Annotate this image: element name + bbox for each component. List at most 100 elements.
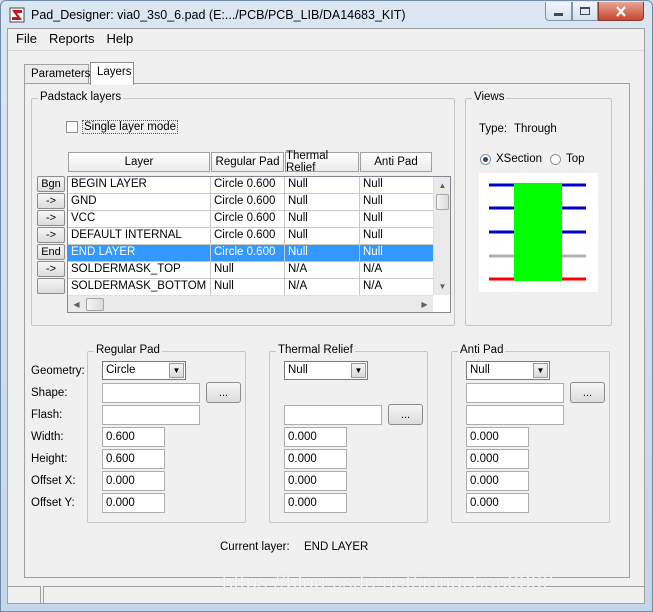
cell-thermal-relief: N/A bbox=[285, 262, 360, 278]
menu-help[interactable]: Help bbox=[100, 29, 139, 49]
table-vertical-scrollbar[interactable]: ▲ ▼ bbox=[433, 177, 450, 295]
xsection-radio[interactable] bbox=[480, 154, 491, 165]
tab-layers[interactable]: Layers bbox=[90, 62, 134, 85]
thermal-relief-height-field[interactable]: 0.000 bbox=[284, 449, 347, 469]
regular-pad-geometry-value: Circle bbox=[106, 364, 136, 376]
anti-pad-geometry-select[interactable]: Null ▼ bbox=[466, 361, 550, 380]
padstack-layers-label: Padstack layers bbox=[38, 91, 124, 103]
cell-regular-pad: Circle 0.600 bbox=[211, 177, 285, 193]
single-layer-mode-label[interactable]: Single layer mode bbox=[82, 120, 179, 134]
offset-x-label: Offset X: bbox=[31, 475, 76, 487]
table-row[interactable]: SOLDERMASK_TOP Null N/A N/A bbox=[68, 262, 433, 279]
minimize-button[interactable] bbox=[545, 2, 572, 21]
cell-regular-pad: Null bbox=[211, 262, 285, 278]
single-layer-mode-checkbox[interactable] bbox=[66, 121, 78, 133]
thermal-relief-shape-field[interactable] bbox=[284, 405, 382, 425]
title-bar[interactable]: Pad_Designer: via0_3s0_6.pad (E:.../PCB/… bbox=[1, 1, 652, 29]
cell-thermal-relief: Null bbox=[285, 245, 360, 261]
thermal-relief-offset-y-field[interactable]: 0.000 bbox=[284, 493, 347, 513]
anti-pad-offset-x-field[interactable]: 0.000 bbox=[466, 471, 529, 491]
regular-pad-width-field[interactable]: 0.600 bbox=[102, 427, 165, 447]
anti-pad-shape-field[interactable] bbox=[466, 383, 564, 403]
preview-drill-pad bbox=[514, 183, 562, 281]
regular-pad-offset-x-field[interactable]: 0.000 bbox=[102, 471, 165, 491]
table-row[interactable]: VCC Circle 0.600 Null Null bbox=[68, 211, 433, 228]
thermal-relief-offset-x-field[interactable]: 0.000 bbox=[284, 471, 347, 491]
close-icon bbox=[616, 5, 626, 17]
column-header-layer[interactable]: Layer bbox=[68, 152, 210, 172]
menu-bar: File Reports Help bbox=[8, 29, 644, 49]
chevron-down-icon[interactable]: ▼ bbox=[533, 363, 548, 378]
scroll-left-icon[interactable]: ◀ bbox=[68, 296, 85, 312]
thermal-relief-geometry-select[interactable]: Null ▼ bbox=[284, 361, 368, 380]
row-button-arrow[interactable]: -> bbox=[37, 261, 65, 277]
table-row[interactable]: DEFAULT INTERNAL Circle 0.600 Null Null bbox=[68, 228, 433, 245]
cell-regular-pad: Circle 0.600 bbox=[211, 211, 285, 227]
row-button-end[interactable]: End bbox=[37, 244, 65, 260]
table-row[interactable]: BEGIN LAYER Circle 0.600 Null Null bbox=[68, 177, 433, 194]
table-row[interactable]: GND Circle 0.600 Null Null bbox=[68, 194, 433, 211]
cell-layer: BEGIN LAYER bbox=[68, 177, 211, 193]
flash-label: Flash: bbox=[31, 409, 63, 421]
offset-y-label: Offset Y: bbox=[31, 497, 75, 509]
column-header-thermal-relief[interactable]: Thermal Relief bbox=[285, 150, 359, 174]
top-view-radio[interactable] bbox=[550, 154, 561, 165]
column-header-regular-pad[interactable]: Regular Pad bbox=[211, 152, 284, 172]
regular-pad-flash-field[interactable] bbox=[102, 405, 200, 425]
scroll-down-icon[interactable]: ▼ bbox=[434, 278, 450, 295]
cell-anti-pad: Null bbox=[363, 246, 383, 258]
chevron-down-icon[interactable]: ▼ bbox=[351, 363, 366, 378]
row-button-arrow[interactable]: -> bbox=[37, 210, 65, 226]
menu-divider bbox=[8, 50, 644, 51]
view-type-label: Type: bbox=[479, 123, 508, 135]
column-header-anti-pad[interactable]: Anti Pad bbox=[360, 152, 432, 172]
views-label: Views bbox=[472, 91, 507, 103]
width-label: Width: bbox=[31, 431, 64, 443]
maximize-button[interactable] bbox=[572, 2, 598, 21]
anti-pad-offset-y-field[interactable]: 0.000 bbox=[466, 493, 529, 513]
close-button[interactable] bbox=[598, 2, 644, 21]
xsection-preview bbox=[479, 173, 598, 292]
table-row[interactable]: SOLDERMASK_BOTTOM Null N/A N/A bbox=[68, 279, 433, 296]
row-button-arrow[interactable]: -> bbox=[37, 227, 65, 243]
regular-pad-shape-field[interactable] bbox=[102, 383, 200, 403]
regular-pad-height-field[interactable]: 0.600 bbox=[102, 449, 165, 469]
menu-file[interactable]: File bbox=[10, 29, 43, 49]
vertical-scroll-thumb[interactable] bbox=[436, 194, 449, 210]
anti-pad-width-field[interactable]: 0.000 bbox=[466, 427, 529, 447]
menu-reports[interactable]: Reports bbox=[43, 29, 101, 49]
anti-pad-shape-browse-button[interactable]: ... bbox=[570, 382, 605, 403]
cell-layer: END LAYER bbox=[68, 245, 211, 261]
cell-regular-pad: Circle 0.600 bbox=[211, 245, 285, 261]
anti-pad-label: Anti Pad bbox=[458, 344, 506, 356]
scroll-up-icon[interactable]: ▲ bbox=[434, 177, 450, 194]
cell-thermal-relief: N/A bbox=[285, 279, 360, 295]
xsection-label[interactable]: XSection bbox=[496, 153, 542, 165]
table-horizontal-scrollbar[interactable]: ◀ ▶ bbox=[68, 295, 433, 312]
top-view-label[interactable]: Top bbox=[566, 153, 585, 165]
regular-pad-offset-y-field[interactable]: 0.000 bbox=[102, 493, 165, 513]
thermal-relief-width-field[interactable]: 0.000 bbox=[284, 427, 347, 447]
tab-parameters[interactable]: Parameters bbox=[24, 64, 90, 84]
scroll-right-icon[interactable]: ▶ bbox=[416, 296, 433, 312]
cell-layer: VCC bbox=[68, 211, 211, 227]
row-button-blank[interactable] bbox=[37, 278, 65, 294]
horizontal-scroll-thumb[interactable] bbox=[86, 298, 104, 311]
layer-table-header: Layer Regular Pad Thermal Relief Anti Pa… bbox=[68, 150, 433, 174]
chevron-down-icon[interactable]: ▼ bbox=[169, 363, 184, 378]
thermal-relief-shape-browse-button[interactable]: ... bbox=[388, 404, 423, 425]
row-button-bgn[interactable]: Bgn bbox=[37, 176, 65, 192]
anti-pad-flash-field[interactable] bbox=[466, 405, 564, 425]
cell-layer: SOLDERMASK_TOP bbox=[68, 262, 211, 278]
geometry-label: Geometry: bbox=[31, 365, 85, 377]
regular-pad-geometry-select[interactable]: Circle ▼ bbox=[102, 361, 186, 380]
watermark-text: https://blog.csdn.net/jiangchao3392 bbox=[222, 572, 555, 594]
regular-pad-label: Regular Pad bbox=[94, 344, 162, 356]
table-row-selected[interactable]: END LAYER Circle 0.600 Null Null bbox=[68, 245, 433, 262]
status-segment-left bbox=[7, 586, 41, 604]
cell-thermal-relief: Null bbox=[285, 177, 360, 193]
cell-anti-pad: N/A bbox=[363, 263, 383, 275]
anti-pad-height-field[interactable]: 0.000 bbox=[466, 449, 529, 469]
row-button-arrow[interactable]: -> bbox=[37, 193, 65, 209]
regular-pad-shape-browse-button[interactable]: ... bbox=[206, 382, 241, 403]
